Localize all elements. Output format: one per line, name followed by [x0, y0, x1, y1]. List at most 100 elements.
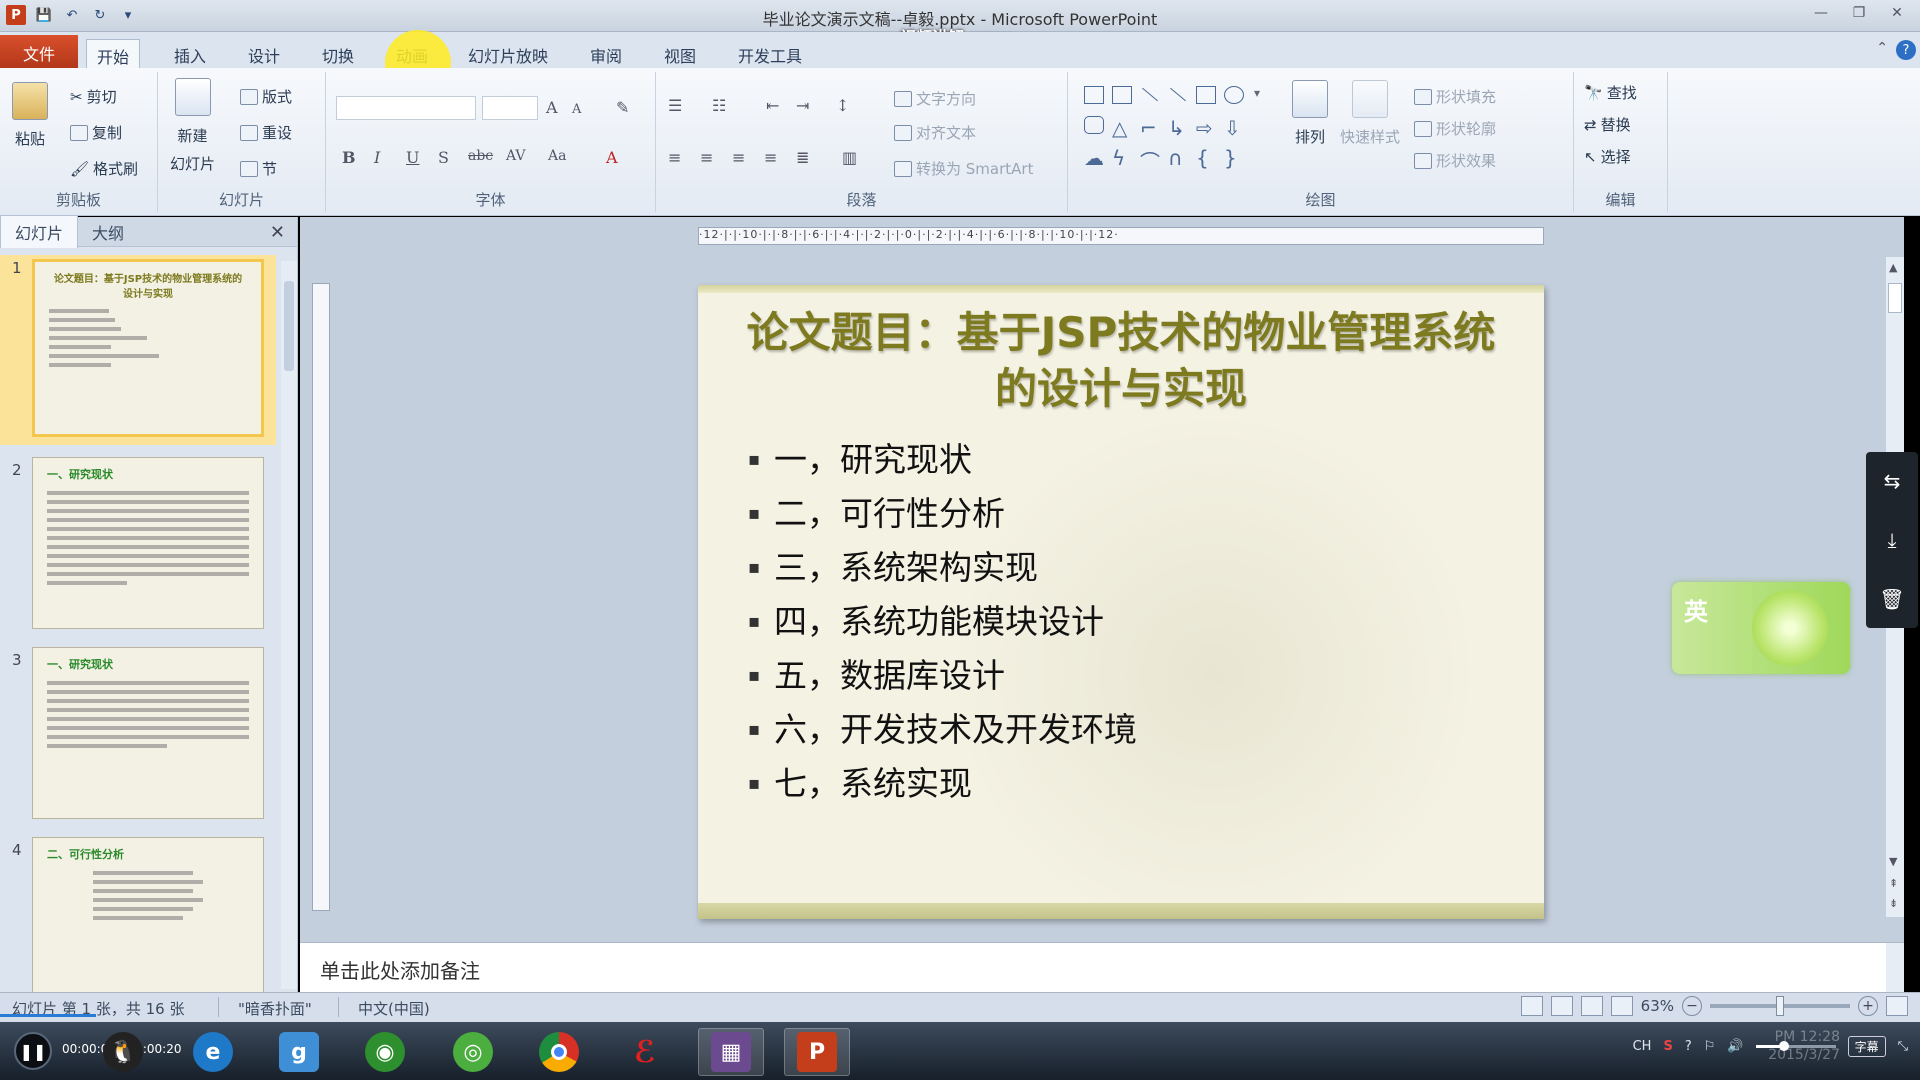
zoom-out-icon[interactable]: − — [1682, 996, 1702, 1016]
close-pane-icon[interactable]: ✕ — [270, 222, 285, 243]
tab-file[interactable]: 文件 — [0, 35, 78, 68]
freeform-shape-icon[interactable]: ☁ — [1084, 146, 1104, 170]
elbow-connector-icon[interactable]: ⌐ — [1140, 116, 1160, 140]
paste-button[interactable]: 粘贴 — [12, 82, 48, 149]
tab-review[interactable]: 审阅 — [580, 39, 632, 68]
subtitle-button[interactable]: 字幕 — [1847, 1036, 1886, 1057]
strikethrough-button[interactable]: abc — [468, 148, 493, 164]
curve-shape-icon[interactable]: ∩ — [1168, 146, 1188, 170]
distributed-icon[interactable]: ≣ — [796, 148, 809, 167]
tab-view[interactable]: 视图 — [654, 39, 706, 68]
shrink-font-icon[interactable]: A — [572, 102, 581, 117]
taskbar-chrome[interactable] — [526, 1028, 592, 1076]
tab-outline[interactable]: 大纲 — [78, 216, 138, 248]
close-icon[interactable]: ✕ — [1880, 2, 1914, 24]
copy-button[interactable]: 复制 — [70, 122, 122, 143]
arrange-button[interactable]: 排列 — [1292, 80, 1328, 147]
down-arrow-shape-icon[interactable]: ⇩ — [1224, 116, 1244, 140]
rounded-rect-shape-icon[interactable] — [1084, 116, 1104, 134]
download-icon[interactable]: ⤓ — [1888, 528, 1897, 552]
oval-shape-icon[interactable] — [1224, 86, 1244, 104]
theme-status[interactable]: "暗香扑面" — [238, 998, 312, 1019]
font-color-button[interactable]: A — [606, 148, 618, 167]
taskbar-ie[interactable]: e — [180, 1028, 246, 1076]
align-right-icon[interactable]: ≡ — [732, 148, 745, 167]
tab-transitions[interactable]: 切换 — [312, 39, 364, 68]
font-family-select[interactable] — [336, 96, 476, 120]
numbering-icon[interactable]: ☷ — [712, 96, 726, 115]
tab-slideshow[interactable]: 幻灯片放映 — [458, 39, 558, 68]
maximize-icon[interactable]: ❐ — [1842, 2, 1876, 24]
justify-icon[interactable]: ≡ — [764, 148, 777, 167]
line-shape-icon[interactable] — [1142, 87, 1158, 102]
shape-fill-button[interactable]: 形状填充 — [1414, 86, 1496, 107]
new-slide-button[interactable]: 新建 幻灯片 — [170, 78, 215, 176]
tab-design[interactable]: 设计 — [238, 39, 290, 68]
reading-view-icon[interactable] — [1580, 996, 1603, 1016]
bullets-icon[interactable]: ☰ — [668, 96, 682, 115]
text-direction-button[interactable]: 文字方向 — [894, 88, 976, 109]
minimize-ribbon-icon[interactable]: ⌃ — [1876, 40, 1888, 60]
grow-font-icon[interactable]: A — [546, 98, 558, 117]
quick-styles-button[interactable]: 快速样式 — [1340, 80, 1400, 147]
zoom-level[interactable]: 63% — [1641, 997, 1674, 1015]
scrollbar-thumb[interactable] — [1888, 283, 1902, 313]
zoom-slider-knob[interactable] — [1776, 996, 1784, 1016]
delete-icon[interactable]: 🗑 — [1879, 587, 1904, 611]
network-icon[interactable]: ⚐ — [1704, 1039, 1716, 1054]
gallery-more-icon[interactable]: ▾ — [1254, 86, 1260, 100]
right-brace-shape-icon[interactable]: } — [1224, 146, 1244, 170]
slide-canvas[interactable]: 论文题目：基于JSP技术的物业管理系统的设计与实现 ▪ 一，研究现状 ▪ 二，可行性… — [698, 285, 1544, 919]
find-button[interactable]: 🔭 查找 — [1584, 82, 1637, 103]
tab-home[interactable]: 开始 — [86, 39, 141, 68]
tab-slides[interactable]: 幻灯片 — [0, 215, 79, 248]
arc-shape-icon[interactable]: ⌒ — [1140, 146, 1160, 174]
notes-scrollbar[interactable] — [1886, 943, 1904, 993]
volume-slider[interactable] — [1755, 1041, 1836, 1051]
format-painter-button[interactable]: 🖌 格式刷 — [70, 158, 138, 179]
input-language-indicator[interactable]: CH — [1633, 1039, 1652, 1054]
slide-thumbnail[interactable]: 2 一、研究现状 — [0, 457, 276, 637]
scrollbar-thumb[interactable] — [284, 281, 294, 371]
increase-indent-icon[interactable]: ⇥ — [796, 96, 809, 115]
textbox-shape-icon[interactable] — [1084, 86, 1104, 104]
convert-smartart-button[interactable]: 转换为 SmartArt — [894, 158, 1033, 179]
help-icon[interactable]: ? — [1896, 40, 1916, 60]
notes-pane[interactable]: 单击此处添加备注 — [300, 942, 1904, 993]
select-button[interactable]: ↖ 选择 — [1584, 146, 1631, 167]
slide-thumbnail[interactable]: 3 一、研究现状 — [0, 647, 276, 827]
slide-bullet-list[interactable]: ▪ 一，研究现状 ▪ 二，可行性分析 ▪ 三，系统架构实现 ▪ 四，系统功能模块设计 ▪… — [748, 433, 1137, 811]
fit-to-window-icon[interactable] — [1886, 996, 1908, 1016]
scroll-down-icon[interactable]: ▼ — [1889, 855, 1897, 868]
help-tray-icon[interactable]: ? — [1685, 1039, 1692, 1054]
triangle-shape-icon[interactable]: △ — [1112, 116, 1132, 140]
decrease-indent-icon[interactable]: ⇤ — [766, 96, 779, 115]
ime-status-widget[interactable]: 英 — [1672, 582, 1850, 674]
sogou-icon[interactable]: S — [1663, 1039, 1672, 1054]
share-icon[interactable]: ⇆ — [1884, 469, 1901, 493]
pause-button[interactable]: ❚❚ — [14, 1032, 52, 1070]
scroll-up-icon[interactable]: ▲ — [1889, 261, 1897, 274]
tab-insert[interactable]: 插入 — [164, 39, 216, 68]
volume-knob[interactable] — [1778, 1041, 1789, 1051]
normal-view-icon[interactable] — [1520, 996, 1543, 1016]
taskbar-red-app[interactable]: ℰ — [612, 1028, 678, 1076]
right-arrow-shape-icon[interactable]: ⇨ — [1196, 116, 1216, 140]
left-brace-shape-icon[interactable]: { — [1196, 146, 1216, 170]
line-spacing-icon[interactable]: ↕ — [836, 96, 849, 115]
bold-button[interactable]: B — [342, 148, 356, 167]
font-size-select[interactable] — [482, 96, 538, 120]
change-case-button[interactable]: Aa — [548, 148, 566, 164]
taskbar-qq[interactable]: 🐧 — [90, 1028, 156, 1076]
align-left-icon[interactable]: ≡ — [668, 148, 681, 167]
tab-developer[interactable]: 开发工具 — [728, 39, 812, 68]
slides-pane-scrollbar[interactable] — [281, 261, 297, 989]
taskbar-360[interactable]: ◉ — [352, 1028, 418, 1076]
shapes-gallery[interactable]: △ ⌐ ↳ ⇨ ⇩ ☁ ϟ ⌒ ∩ { } ▾ — [1084, 86, 1276, 176]
minimize-icon[interactable]: — — [1804, 2, 1838, 24]
elbow-arrow-icon[interactable]: ↳ — [1168, 116, 1188, 140]
fullscreen-exit-icon[interactable]: ⤡ — [1898, 1039, 1908, 1054]
replace-button[interactable]: ⇄ 替换 — [1584, 114, 1631, 135]
char-spacing-button[interactable]: AV — [506, 148, 526, 164]
slideshow-view-icon[interactable] — [1610, 996, 1633, 1016]
